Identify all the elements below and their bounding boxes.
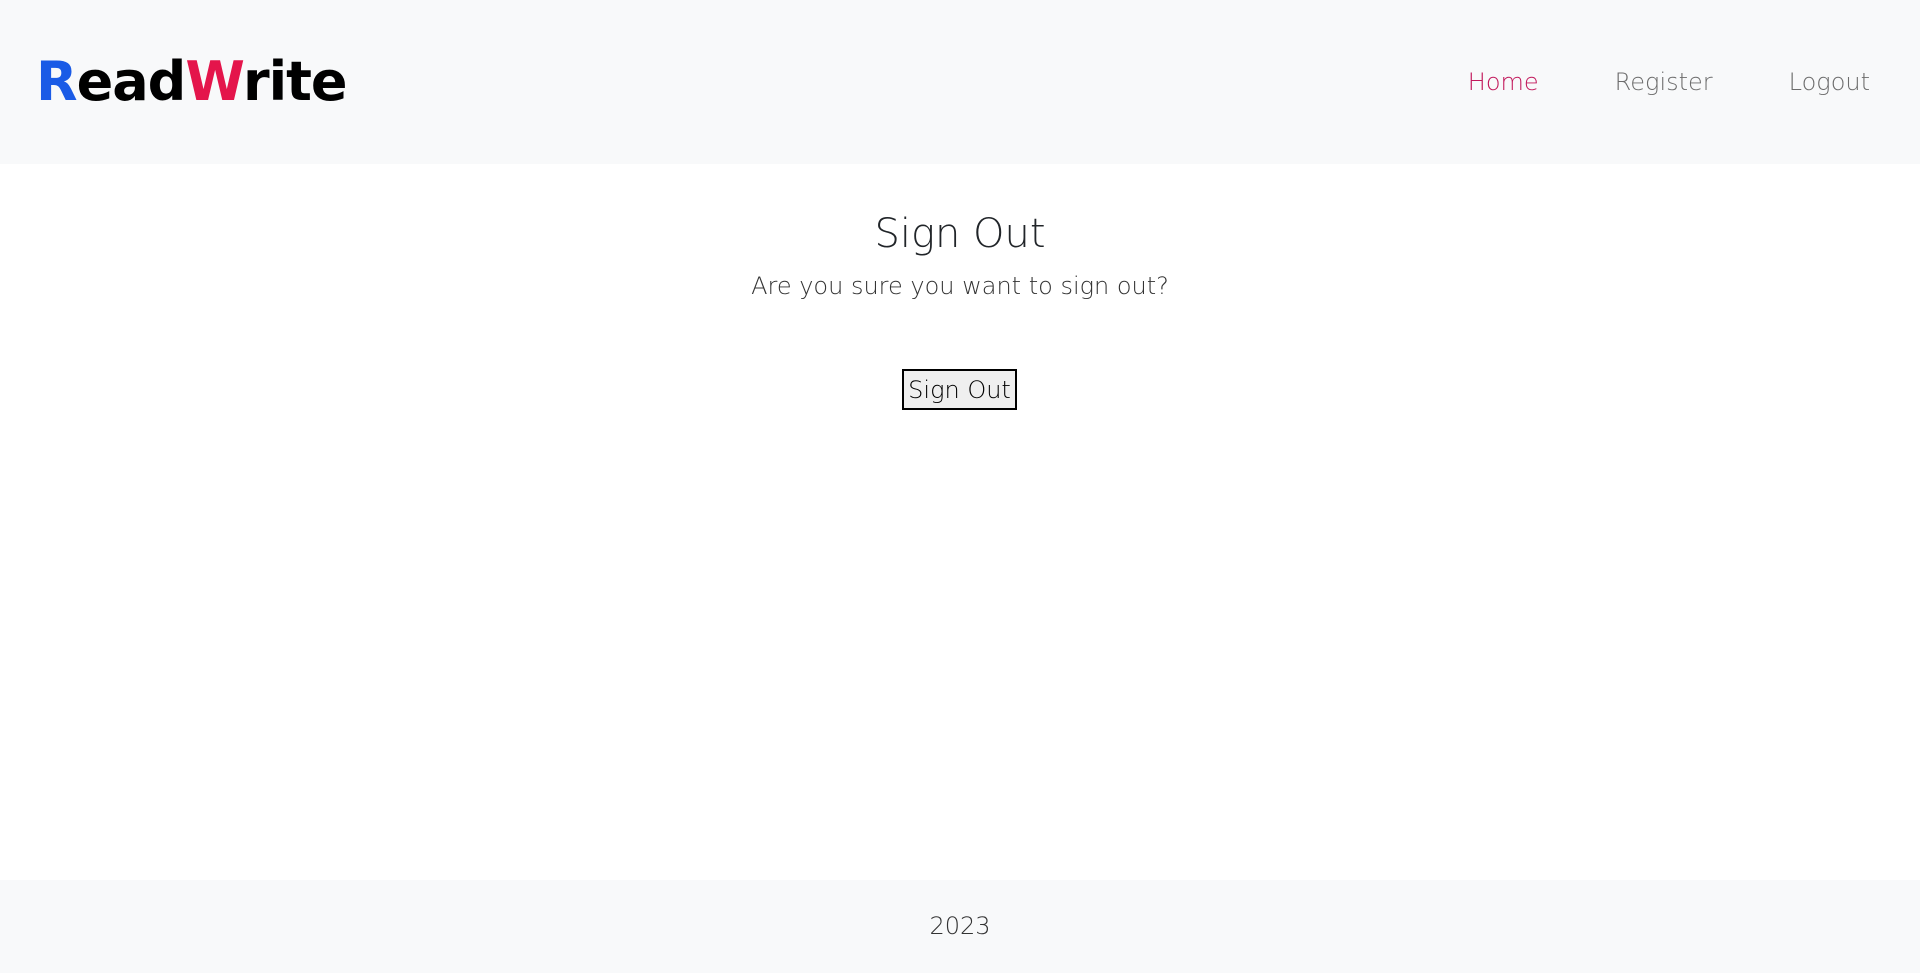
- readwrite-logo[interactable]: ReadWrite: [36, 50, 348, 114]
- site-footer: 2023: [0, 880, 1920, 973]
- nav-link-home[interactable]: Home: [1468, 62, 1539, 102]
- page-title: Sign Out: [874, 211, 1046, 257]
- logo-text-rite: rite: [242, 50, 348, 113]
- sign-out-button[interactable]: Sign Out: [902, 369, 1017, 410]
- nav-link-register[interactable]: Register: [1615, 62, 1713, 102]
- logo-letter-w: W: [185, 50, 244, 113]
- footer-year: 2023: [929, 912, 991, 940]
- nav-link-logout[interactable]: Logout: [1789, 62, 1870, 102]
- logo-letter-r: R: [36, 50, 78, 113]
- main-nav: Home Register Logout: [1468, 62, 1870, 102]
- logo-text-ead: ead: [76, 50, 187, 113]
- confirmation-prompt: Are you sure you want to sign out?: [751, 272, 1169, 300]
- main-content: Sign Out Are you sure you want to sign o…: [0, 164, 1920, 880]
- site-header: ReadWrite Home Register Logout: [0, 0, 1920, 164]
